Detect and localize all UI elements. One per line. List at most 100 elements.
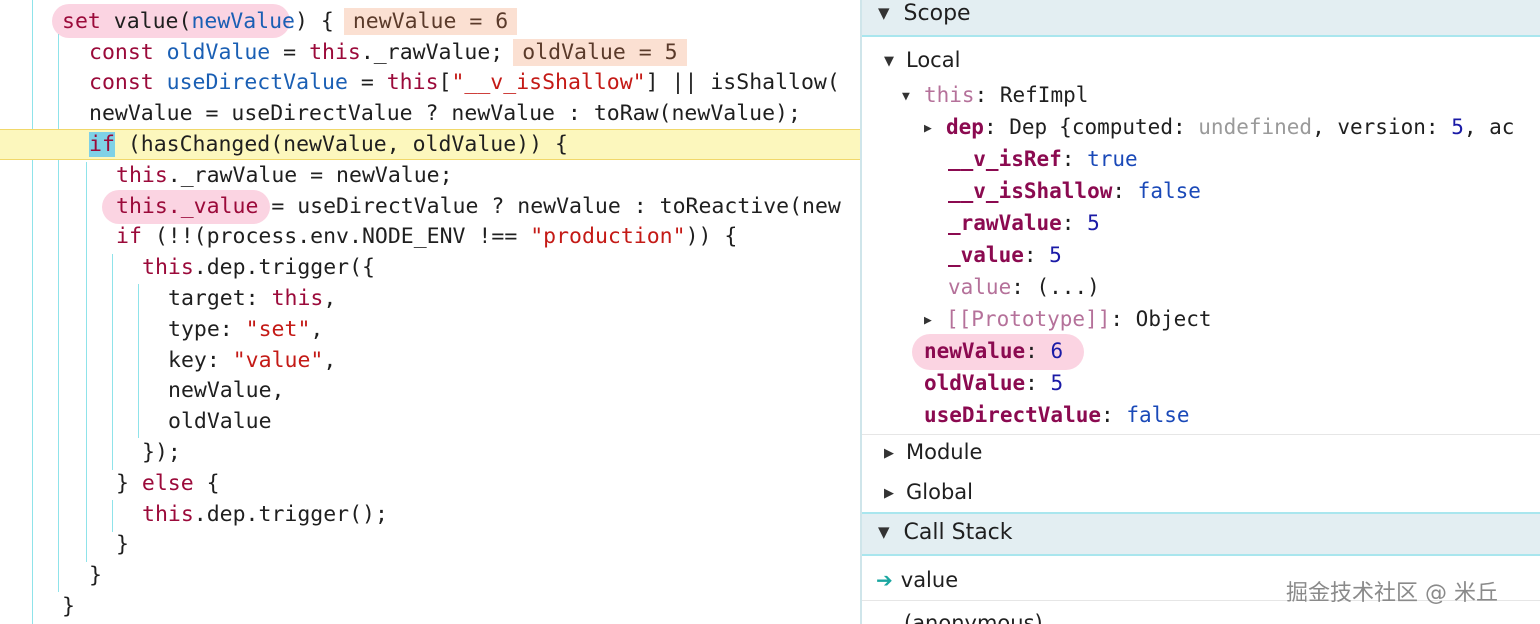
local-label: Local: [906, 48, 961, 72]
dep-prop-version-value: 5: [1451, 115, 1464, 139]
code-line: });: [0, 437, 860, 468]
var-key: oldValue: [924, 371, 1026, 395]
scope-var-row[interactable]: oldValue: 5: [924, 368, 1063, 398]
code-token: useDirectValue: [166, 70, 348, 95]
colon: :: [1023, 243, 1050, 267]
code-token: value(: [113, 9, 192, 34]
prop-key: __v_isShallow: [948, 179, 1113, 203]
divider: [862, 434, 1540, 435]
prop-value: true: [1087, 147, 1138, 171]
prototype-value: Object: [1135, 307, 1212, 331]
divider: [862, 554, 1540, 556]
scope-prop-row[interactable]: _rawValue: 5: [948, 208, 1100, 238]
code-token: else: [141, 471, 194, 496]
scope-local-row[interactable]: ▼ Local: [884, 45, 960, 79]
colon: :: [1425, 115, 1452, 139]
scope-prototype-row[interactable]: ▶ [[Prototype]]: Object: [924, 304, 1212, 338]
dep-open: {: [1059, 115, 1072, 139]
call-frame-name: value: [900, 568, 959, 592]
prototype-key: [[Prototype]]: [946, 307, 1111, 331]
code-line: this.dep.trigger();: [0, 499, 860, 530]
code-token: (hasChanged(newValue, oldValue)) {: [114, 132, 568, 157]
scope-global-row[interactable]: ▶ Global: [884, 477, 973, 511]
code-line: target: this,: [0, 283, 860, 314]
code-token: newValue,: [168, 378, 285, 403]
colon: :: [974, 83, 1000, 107]
prop-key: _rawValue: [948, 211, 1062, 235]
scope-dep-row[interactable]: ▶ dep: Dep {computed: undefined, version: …: [924, 112, 1514, 146]
code-token: "production": [530, 224, 686, 249]
code-line: }: [0, 560, 860, 591]
code-token: });: [142, 440, 181, 465]
code-token: }: [89, 563, 102, 588]
code-token: const: [89, 70, 167, 95]
scope-prop-row[interactable]: __v_isShallow: false: [948, 176, 1201, 206]
call-frame[interactable]: (anonymous): [904, 608, 1043, 624]
code-token: "value": [232, 348, 324, 373]
code-token: key:: [168, 348, 233, 373]
getter-value[interactable]: (...): [1037, 275, 1100, 299]
colon: :: [983, 115, 1010, 139]
code-token: =: [347, 70, 387, 95]
code-line: if (!!(process.env.NODE_ENV !== "product…: [0, 221, 860, 252]
code-token: }: [116, 471, 142, 496]
prop-key: _value: [948, 243, 1024, 267]
code-token: .dep.trigger();: [193, 502, 388, 527]
var-value: false: [1126, 403, 1190, 427]
code-token: {: [193, 471, 220, 496]
code-token: "set": [245, 317, 311, 342]
watermark: 掘金技术社区 @ 米丘: [1286, 581, 1498, 606]
triangle-right-icon: ▶: [924, 121, 932, 136]
code-token: }: [62, 594, 75, 619]
code-token: target:: [168, 286, 272, 311]
var-key: newValue: [924, 339, 1026, 363]
code-token: ,: [323, 286, 337, 311]
debugger-sidebar: ▼ Scope ▼ Local ▼ this: RefImpl ▶ dep: Dep {c…: [860, 0, 1540, 624]
code-token: ,: [323, 348, 337, 373]
scope-var-row[interactable]: newValue: 6: [924, 336, 1063, 366]
call-frame-active[interactable]: ➔ value: [876, 565, 958, 595]
divider: [862, 35, 1540, 37]
code-line: } else {: [0, 468, 860, 499]
prop-value: false: [1137, 179, 1201, 203]
scope-section-header[interactable]: ▼ Scope: [862, 0, 1540, 36]
triangle-down-icon: ▼: [884, 54, 894, 69]
var-key: useDirectValue: [924, 403, 1102, 427]
code-editor[interactable]: set value(newValue) {newValue = 6 const …: [0, 0, 860, 624]
triangle-right-icon: ▶: [884, 486, 894, 501]
call-stack-header-label: Call Stack: [903, 520, 1013, 545]
code-token: this: [271, 286, 324, 311]
execution-line: if (hasChanged(newValue, oldValue)) {: [0, 129, 860, 160]
code-token: ) {: [295, 9, 334, 34]
global-label: Global: [906, 480, 973, 504]
colon: :: [1061, 211, 1088, 235]
code-line: newValue,: [0, 375, 860, 406]
code-token: newValue = useDirectValue ? newValue : t…: [89, 101, 801, 126]
code-line: type: "set",: [0, 314, 860, 345]
dep-tail: , ac: [1463, 115, 1515, 139]
code-token: type:: [168, 317, 246, 342]
scope-this-row[interactable]: ▼ this: RefImpl: [902, 80, 1088, 114]
scope-header-label: Scope: [903, 1, 971, 26]
var-value: 5: [1050, 371, 1064, 395]
code-token: "__v_isShallow": [451, 70, 646, 95]
code-line: set value(newValue) {newValue = 6: [0, 6, 860, 37]
code-token: if: [89, 132, 115, 157]
inline-value-badge: newValue = 6: [343, 8, 518, 35]
scope-module-row[interactable]: ▶ Module: [884, 437, 982, 471]
triangle-down-icon: ▼: [902, 89, 910, 104]
triangle-down-icon: ▼: [878, 4, 890, 22]
prop-key: __v_isRef: [948, 147, 1062, 171]
scope-prop-row[interactable]: _value: 5: [948, 240, 1062, 270]
code-token: this: [386, 70, 439, 95]
getter-key: value: [948, 275, 1012, 299]
colon: :: [1110, 307, 1136, 331]
call-stack-section-header[interactable]: ▼ Call Stack: [862, 514, 1540, 554]
code-token: = useDirectValue ? newValue : toReactive…: [258, 194, 841, 219]
scope-getter-row[interactable]: value: (...): [948, 272, 1100, 302]
code-line: const useDirectValue = this["__v_isShall…: [0, 67, 860, 98]
scope-prop-row[interactable]: __v_isRef: true: [948, 144, 1138, 174]
prop-value: 5: [1087, 211, 1100, 235]
scope-var-row[interactable]: useDirectValue: false: [924, 400, 1190, 430]
code-token: this: [142, 255, 194, 280]
